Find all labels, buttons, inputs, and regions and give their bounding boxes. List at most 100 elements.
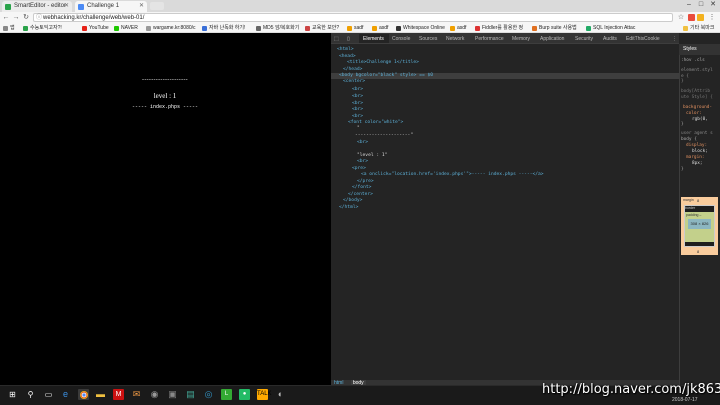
bookmark-item[interactable]: 수능토익고자?! [23, 24, 62, 32]
task-view-icon[interactable]: ▭ [43, 389, 54, 400]
tab-smarteditor[interactable]: SmartEditor - editor ✕ [2, 1, 72, 12]
dom-center-open[interactable]: <center> [343, 79, 365, 85]
index-phps-link[interactable]: ----- index.phps ----- [0, 104, 330, 110]
watermark: http://blog.naver.com/jk8639 [542, 382, 720, 397]
bookmark-item[interactable]: 교육한 보안? [305, 24, 339, 32]
style-close: } [681, 122, 684, 127]
dom-br[interactable]: <br> [352, 94, 363, 100]
tab-title: SmartEditor - editor [14, 3, 67, 9]
reload-icon[interactable]: ↻ [21, 12, 31, 23]
tab-console[interactable]: Console [392, 35, 410, 44]
extension-icon[interactable] [697, 14, 704, 21]
style-display-prop: display: [686, 143, 708, 148]
bookmark-item[interactable]: 자바 난독화 하기! [202, 24, 245, 32]
close-window-icon[interactable]: ✕ [707, 0, 719, 10]
clock[interactable]: 2018-07-17 [672, 397, 698, 403]
inspect-icon[interactable]: ⬚ [334, 35, 339, 44]
styles-filter[interactable]: :hov .cls [681, 58, 705, 64]
kakaotalk-icon[interactable]: TALK [257, 389, 272, 400]
bookmark-item[interactable]: Whitespace Online [396, 24, 445, 32]
devtools-menu-icon[interactable]: ⋮ [672, 35, 677, 44]
dom-anchor[interactable]: <a onclick="location.href='index.phps'">… [361, 172, 544, 178]
steam-icon[interactable]: ◎ [203, 389, 214, 400]
file-explorer-icon[interactable]: ▬ [95, 389, 106, 400]
dom-br[interactable]: <br> [352, 87, 363, 93]
naver-icon [114, 26, 119, 31]
bookmark-item[interactable]: asdf [372, 24, 388, 32]
tab-styles[interactable]: Styles [683, 46, 697, 52]
close-icon[interactable]: ✕ [139, 1, 144, 12]
dom-body-close[interactable]: </body> [343, 198, 362, 204]
tab-performance[interactable]: Performance [475, 35, 504, 44]
bookmark-icon [347, 26, 352, 31]
app-icon[interactable]: M [113, 389, 124, 400]
tab-editthiscookie[interactable]: EditThisCookie [626, 35, 660, 44]
dom-text-dashes[interactable]: --------------------" [355, 133, 413, 139]
line-icon[interactable]: L [221, 389, 232, 400]
bookmark-item[interactable]: Fiddler를 활용한 정 [475, 24, 523, 32]
dom-text-quote[interactable]: " [357, 126, 360, 132]
tab-memory[interactable]: Memory [512, 35, 530, 44]
tab-elements[interactable]: Elements [363, 35, 384, 44]
bookmark-item[interactable]: wargame.kr:8080/c [146, 24, 196, 32]
mail-icon[interactable]: ✉ [131, 389, 142, 400]
new-tab-button[interactable] [150, 2, 164, 10]
tab-security[interactable]: Security [575, 35, 593, 44]
media-icon[interactable]: ◉ [149, 389, 160, 400]
back-icon[interactable]: ← [1, 12, 11, 23]
bookmark-icon [256, 26, 261, 31]
bookmark-item[interactable]: asdf [450, 24, 466, 32]
box-margin-bottom-value: 8 [697, 249, 700, 254]
star-icon[interactable]: ☆ [676, 12, 686, 23]
dom-html-open[interactable]: <html> [337, 47, 354, 53]
dom-font-close[interactable]: </font> [352, 185, 371, 191]
bookmark-icon [396, 26, 401, 31]
box-model: margin 8 border padding – 308 × 826 8 [681, 197, 718, 255]
style-bg-value[interactable]: rgb(0, [692, 117, 708, 123]
store-icon[interactable]: ▤ [185, 389, 196, 400]
address-text: webhacking.kr/challenge/web/web-01/ [43, 15, 145, 21]
windows-start-icon[interactable]: ⊞ [7, 389, 18, 400]
tab-network[interactable]: Network [446, 35, 464, 44]
bookmark-icon [532, 26, 537, 31]
close-icon[interactable]: ✕ [64, 1, 69, 12]
tab-challenge[interactable]: Challenge 1 ✕ [75, 1, 147, 12]
device-toolbar-icon[interactable]: ▯ [347, 35, 350, 44]
forward-icon[interactable]: → [11, 12, 21, 23]
dom-html-close[interactable]: </html> [339, 205, 358, 211]
tab-audits[interactable]: Audits [603, 35, 617, 44]
tab-favicon-icon [5, 4, 11, 10]
bookmark-item[interactable]: MD5 암/복호화기 [256, 24, 299, 32]
dom-br[interactable]: <br> [357, 159, 368, 165]
bookmark-item[interactable]: Burp suite 사용법 [532, 24, 577, 32]
style-body-selector[interactable]: body[Attrib [681, 89, 710, 95]
style-bg-prop[interactable]: background- [683, 105, 712, 111]
style-bg-prop-2: color: [686, 111, 702, 116]
chrome-icon[interactable] [78, 389, 89, 400]
dom-br[interactable]: <br> [352, 107, 363, 113]
tab-sources[interactable]: Sources [419, 35, 437, 44]
chat-icon[interactable]: ● [239, 389, 250, 400]
box-content[interactable]: 308 × 826 [688, 219, 711, 229]
bookmark-item[interactable]: NAVER [114, 24, 138, 32]
bookmark-item[interactable]: 기타 북마크 [683, 24, 714, 32]
menu-icon[interactable]: ⋮ [707, 12, 717, 23]
extension-icon[interactable] [688, 14, 695, 21]
address-bar[interactable]: ⓘ webhacking.kr/challenge/web/web-01/ [33, 13, 673, 22]
bookmark-item[interactable]: 앱 [3, 24, 15, 32]
dom-br[interactable]: <br> [357, 140, 368, 146]
bookmark-item[interactable]: SQL Injection Attac [586, 24, 635, 32]
style-element[interactable]: element.styl [681, 68, 713, 74]
tab-application[interactable]: Application [540, 35, 564, 44]
app-icon-misc[interactable]: ◐ [275, 389, 286, 400]
bookmark-item[interactable]: sadf [347, 24, 363, 32]
minimize-icon[interactable]: – [683, 0, 695, 10]
dom-title[interactable]: <title>Challenge 1</title> [347, 60, 419, 66]
edge-icon[interactable]: e [60, 389, 71, 400]
search-icon[interactable]: ⚲ [25, 389, 36, 400]
bookmark-item[interactable]: YouTube [82, 24, 109, 32]
maximize-icon[interactable]: □ [695, 0, 707, 10]
terminal-icon[interactable]: ▣ [167, 389, 178, 400]
box-border-label: border [685, 206, 696, 210]
bookmark-icon [202, 26, 207, 31]
